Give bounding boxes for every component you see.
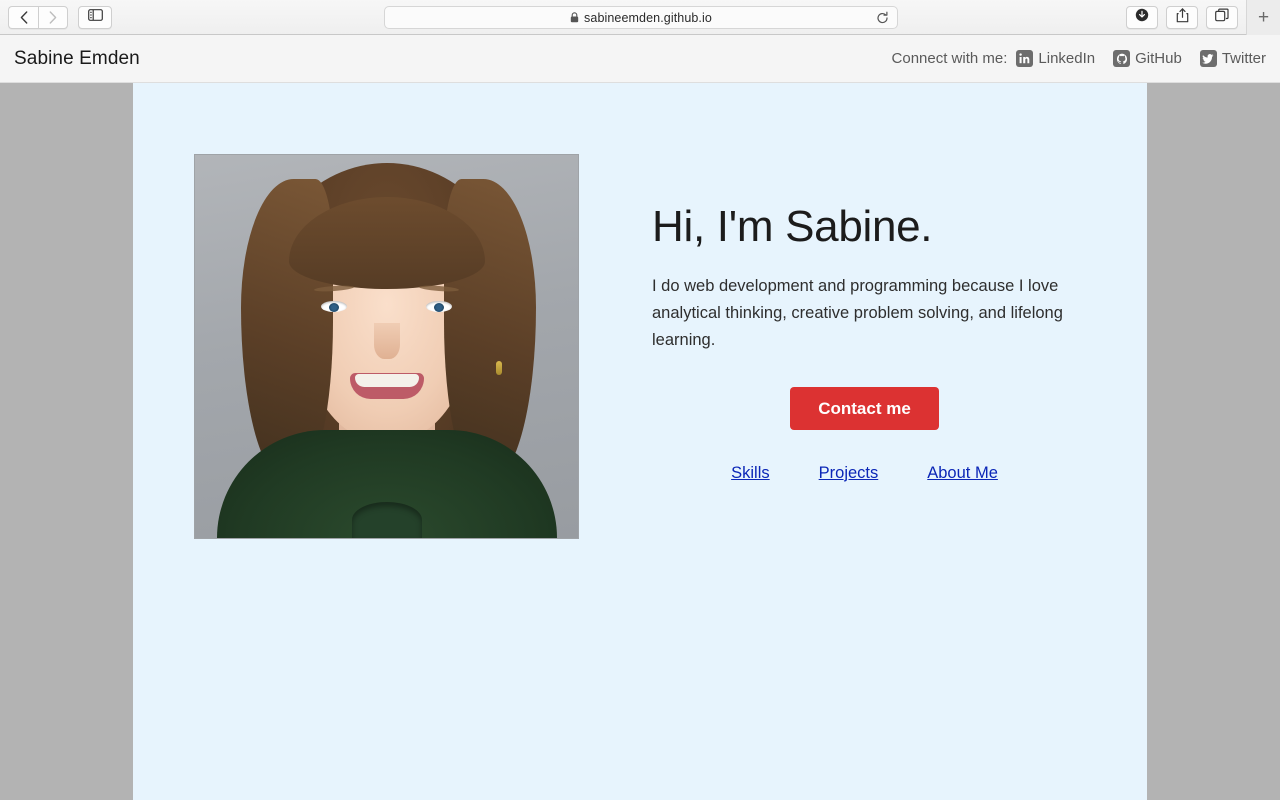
address-bar-url: sabineemden.github.io — [584, 10, 712, 25]
social-link-twitter[interactable]: Twitter — [1199, 50, 1266, 67]
site-header: Sabine Emden Connect with me: LinkedIn G… — [0, 35, 1280, 83]
lock-icon — [570, 12, 579, 23]
social-label-github: GitHub — [1135, 50, 1182, 67]
link-projects[interactable]: Projects — [819, 464, 879, 483]
site-brand[interactable]: Sabine Emden — [14, 48, 140, 70]
share-icon — [1176, 7, 1189, 28]
social-label-twitter: Twitter — [1221, 50, 1266, 67]
content-area: Hi, I'm Sabine. I do web development and… — [133, 83, 1147, 800]
address-bar-container: sabineemden.github.io — [384, 6, 898, 29]
hero-text-column: Hi, I'm Sabine. I do web development and… — [652, 154, 1082, 539]
navigation-buttons — [8, 5, 112, 29]
tab-overview-icon — [1215, 8, 1229, 27]
link-about-me[interactable]: About Me — [927, 464, 998, 483]
browser-toolbar: sabineemden.github.io + — [0, 0, 1280, 35]
new-tab-label: + — [1257, 6, 1270, 28]
social-label-linkedin: LinkedIn — [1038, 50, 1096, 67]
sidebar-icon — [87, 8, 103, 26]
address-bar[interactable]: sabineemden.github.io — [384, 6, 898, 29]
contact-me-button[interactable]: Contact me — [790, 386, 939, 430]
linkedin-icon — [1016, 50, 1034, 67]
new-tab-button[interactable]: + — [1246, 0, 1280, 35]
github-icon — [1113, 50, 1131, 67]
downloads-button[interactable] — [1126, 6, 1158, 29]
social-link-linkedin[interactable]: LinkedIn — [1016, 50, 1095, 67]
portrait-image — [195, 155, 578, 538]
section-jump-links: Skills Projects About Me — [652, 464, 1077, 483]
social-link-github[interactable]: GitHub — [1113, 50, 1182, 67]
page-title: Hi, I'm Sabine. — [652, 202, 933, 251]
page-backdrop: Hi, I'm Sabine. I do web development and… — [0, 83, 1280, 800]
hero-section: Hi, I'm Sabine. I do web development and… — [133, 83, 1147, 539]
connect-with-me-label: Connect with me: — [891, 50, 1008, 67]
reload-icon[interactable] — [876, 11, 889, 24]
social-nav: Connect with me: LinkedIn GitHub Twitter — [892, 50, 1266, 67]
hero-subtitle: I do web development and programming bec… — [652, 277, 1063, 350]
toolbar-right-buttons: + — [1126, 0, 1280, 35]
link-skills[interactable]: Skills — [731, 464, 770, 483]
twitter-icon — [1199, 50, 1217, 67]
downloads-icon — [1135, 8, 1149, 27]
sidebar-toggle-button[interactable] — [78, 5, 112, 29]
share-button[interactable] — [1166, 6, 1198, 29]
forward-button[interactable] — [38, 5, 68, 29]
cta-row: Contact me — [652, 386, 1077, 430]
tab-overview-button[interactable] — [1206, 6, 1238, 29]
back-button[interactable] — [8, 5, 38, 29]
profile-photo — [194, 154, 579, 539]
